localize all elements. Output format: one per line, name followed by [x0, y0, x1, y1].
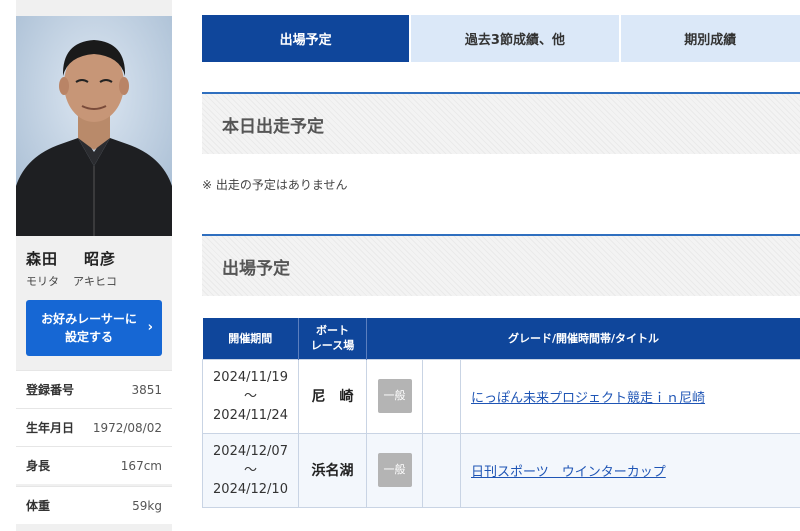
time-slot-cell: [422, 432, 461, 508]
racer-portrait-image: [16, 16, 172, 236]
info-row-registration: 登録番号 3851: [16, 370, 172, 408]
header-period: 開催期間: [202, 318, 299, 359]
header-place-line2: レース場: [310, 339, 355, 353]
race-title-link[interactable]: にっぽん未来プロジェクト競走ｉｎ尼崎: [471, 391, 705, 406]
no-race-note: ※ 出走の予定はありません: [202, 178, 348, 192]
period-start: 2024/11/19: [213, 369, 288, 385]
title-cell: 日刊スポーツ ウインターカップ: [459, 432, 800, 508]
grade-cell: 一般: [366, 432, 423, 508]
grade-badge: 一般: [377, 453, 412, 487]
racer-name-kana: モリタ アキヒコ: [26, 273, 117, 289]
period-start: 2024/12/07: [213, 443, 288, 459]
header-place: ボート レース場: [298, 318, 367, 359]
favorite-button-label: お好みレーサーに 設定する: [41, 312, 137, 344]
add-favorite-racer-button[interactable]: お好みレーサーに 設定する ›: [26, 300, 162, 356]
tab-term-results[interactable]: 期別成績: [620, 15, 800, 62]
info-label: 体重: [26, 499, 51, 513]
info-value: 3851: [131, 382, 162, 397]
info-label: 生年月日: [26, 421, 75, 435]
racer-photo: [16, 16, 172, 236]
info-label: 身長: [26, 459, 51, 473]
schedule-table: 開催期間 ボート レース場 グレード/開催時間帯/タイトル 2024/11/19…: [202, 318, 800, 508]
period-separator: 〜: [243, 388, 257, 404]
grade-badge: 一般: [377, 379, 412, 413]
period-end: 2024/11/24: [213, 407, 288, 423]
schedule-section-heading: 出場予定: [202, 234, 800, 296]
racer-sidebar: 森田 昭彦 モリタ アキヒコ お好みレーサーに 設定する › 登録番号 3851…: [16, 0, 172, 531]
racer-name: 森田 昭彦: [26, 248, 116, 269]
period-cell: 2024/11/19 〜 2024/11/24: [202, 358, 299, 434]
racer-family-name: 森田: [26, 250, 59, 268]
info-value: 167cm: [120, 458, 162, 473]
table-row: 2024/11/19 〜 2024/11/24 尼 崎 一般 にっぽん未来プロジ…: [202, 358, 800, 434]
info-value: 59kg: [132, 498, 162, 513]
place-cell: 浜名湖: [298, 432, 367, 508]
tab-past-results[interactable]: 過去3節成績、他: [411, 15, 619, 62]
place-cell: 尼 崎: [298, 358, 367, 434]
grade-cell: 一般: [366, 358, 423, 434]
race-title-link[interactable]: 日刊スポーツ ウインターカップ: [471, 465, 666, 480]
title-cell: にっぽん未来プロジェクト競走ｉｎ尼崎: [459, 358, 800, 434]
racer-tabs: 出場予定 過去3節成績、他 期別成績: [202, 15, 800, 62]
period-end: 2024/12/10: [213, 481, 288, 497]
info-value: 1972/08/02: [92, 420, 162, 435]
chevron-right-icon: ›: [147, 320, 153, 335]
period-separator: 〜: [243, 462, 257, 478]
header-info: グレード/開催時間帯/タイトル: [366, 318, 800, 359]
today-section-heading: 本日出走予定: [202, 92, 800, 154]
info-row-height: 身長 167cm: [16, 446, 172, 484]
racer-family-kana: モリタ: [26, 275, 59, 288]
info-label: 登録番号: [26, 383, 75, 397]
racer-given-name: 昭彦: [84, 250, 117, 268]
info-row-weight: 体重 59kg: [16, 486, 172, 524]
racer-given-kana: アキヒコ: [73, 275, 117, 288]
info-row-birthdate: 生年月日 1972/08/02: [16, 408, 172, 446]
table-row: 2024/12/07 〜 2024/12/10 浜名湖 一般 日刊スポーツ ウイ…: [202, 432, 800, 508]
header-place-line1: ボート: [316, 324, 349, 338]
table-header-row: 開催期間 ボート レース場 グレード/開催時間帯/タイトル: [202, 318, 800, 359]
time-slot-cell: [422, 358, 461, 434]
period-cell: 2024/12/07 〜 2024/12/10: [202, 432, 299, 508]
tab-upcoming[interactable]: 出場予定: [202, 15, 410, 62]
